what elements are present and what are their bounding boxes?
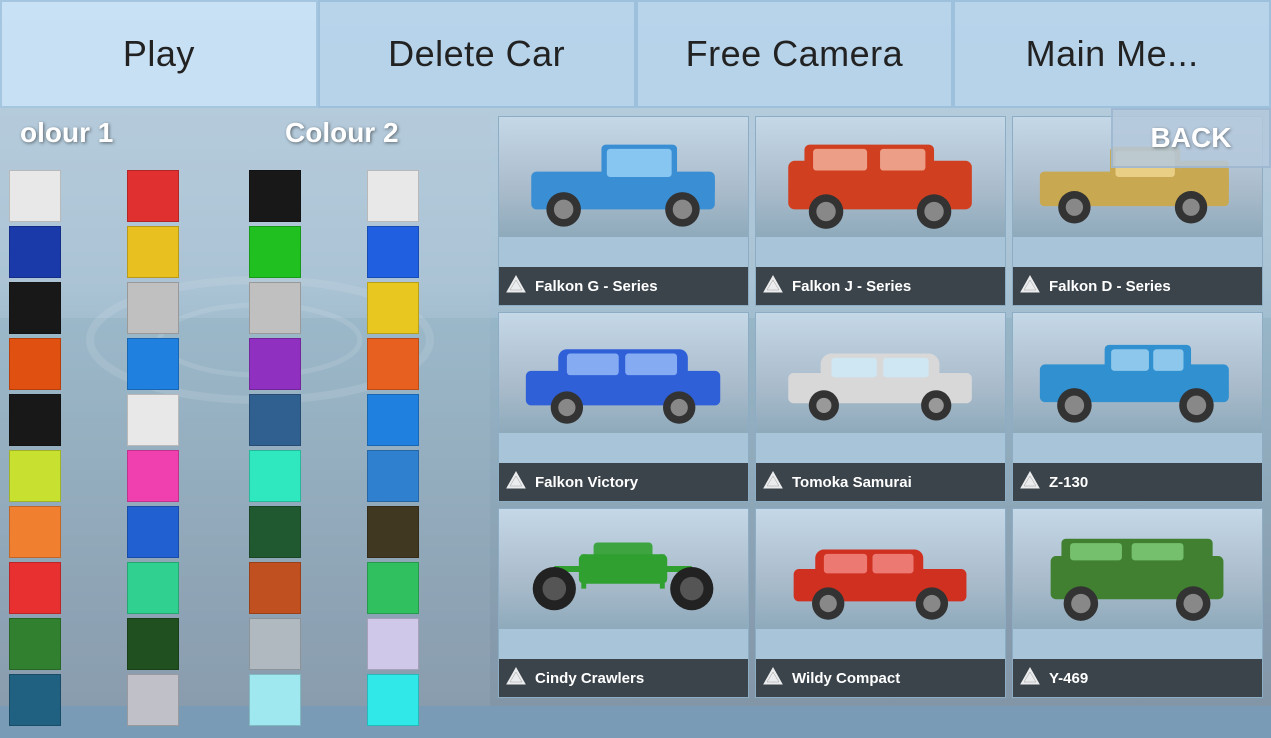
colour-swatch[interactable] bbox=[367, 394, 419, 446]
car-card[interactable]: Tomoka Samurai bbox=[755, 312, 1006, 502]
car-image bbox=[756, 313, 1005, 433]
play-button[interactable]: Play bbox=[0, 0, 318, 108]
car-brand-icon bbox=[1019, 470, 1041, 492]
main-menu-button[interactable]: Main Me... bbox=[953, 0, 1271, 108]
colour-swatch[interactable] bbox=[367, 226, 419, 278]
colour-swatch[interactable] bbox=[249, 170, 301, 222]
colour-grid-1 bbox=[5, 166, 245, 730]
car-card[interactable]: Cindy Crawlers bbox=[498, 508, 749, 698]
colour-swatch[interactable] bbox=[127, 226, 179, 278]
colour-swatch[interactable] bbox=[127, 618, 179, 670]
car-brand-icon bbox=[505, 274, 527, 296]
colour-swatch[interactable] bbox=[9, 394, 61, 446]
car-brand-icon bbox=[505, 666, 527, 688]
car-grid: Falkon G - Series Falkon J - Series Falk… bbox=[490, 108, 1271, 706]
car-label: Cindy Crawlers bbox=[499, 659, 748, 697]
colour-grids bbox=[0, 158, 490, 738]
car-label: Wildy Compact bbox=[756, 659, 1005, 697]
colour-swatch[interactable] bbox=[9, 618, 61, 670]
car-label: Tomoka Samurai bbox=[756, 463, 1005, 501]
colour-swatch[interactable] bbox=[367, 450, 419, 502]
colour-swatch[interactable] bbox=[127, 282, 179, 334]
colour-swatch[interactable] bbox=[9, 450, 61, 502]
car-brand-icon bbox=[505, 470, 527, 492]
car-image bbox=[756, 509, 1005, 629]
colour-swatch[interactable] bbox=[9, 170, 61, 222]
car-image bbox=[1013, 313, 1262, 433]
colour-swatch[interactable] bbox=[9, 226, 61, 278]
car-brand-icon bbox=[762, 470, 784, 492]
colour-swatch[interactable] bbox=[9, 674, 61, 726]
colour-swatch[interactable] bbox=[249, 506, 301, 558]
car-brand-icon bbox=[1019, 274, 1041, 296]
colour-swatch[interactable] bbox=[127, 338, 179, 390]
colour1-header: olour 1 bbox=[0, 108, 225, 158]
car-card[interactable]: Falkon G - Series bbox=[498, 116, 749, 306]
car-label: Z-130 bbox=[1013, 463, 1262, 501]
colour2-header: Colour 2 bbox=[225, 108, 490, 158]
free-camera-button[interactable]: Free Camera bbox=[636, 0, 954, 108]
car-card[interactable]: Z-130 bbox=[1012, 312, 1263, 502]
car-label: Falkon G - Series bbox=[499, 267, 748, 305]
colour-swatch[interactable] bbox=[127, 450, 179, 502]
car-brand-icon bbox=[762, 666, 784, 688]
car-image bbox=[499, 117, 748, 237]
colour-swatch[interactable] bbox=[367, 170, 419, 222]
colour-swatch[interactable] bbox=[367, 618, 419, 670]
car-card[interactable]: Y-469 bbox=[1012, 508, 1263, 698]
colour-swatch[interactable] bbox=[367, 562, 419, 614]
toolbar: Play Delete Car Free Camera Main Me... bbox=[0, 0, 1271, 108]
colour-swatch[interactable] bbox=[249, 450, 301, 502]
car-image bbox=[499, 313, 748, 433]
colour-swatch[interactable] bbox=[249, 338, 301, 390]
car-image bbox=[1013, 509, 1262, 629]
colour-swatch[interactable] bbox=[249, 226, 301, 278]
colour-swatch[interactable] bbox=[9, 562, 61, 614]
car-brand-icon bbox=[1019, 666, 1041, 688]
colour-swatch[interactable] bbox=[127, 562, 179, 614]
delete-car-button[interactable]: Delete Car bbox=[318, 0, 636, 108]
colour-swatch[interactable] bbox=[367, 282, 419, 334]
colour-headers: olour 1 Colour 2 bbox=[0, 108, 490, 158]
colour-swatch[interactable] bbox=[249, 562, 301, 614]
colour-swatch[interactable] bbox=[367, 506, 419, 558]
car-brand-icon bbox=[762, 274, 784, 296]
car-card[interactable]: Falkon Victory bbox=[498, 312, 749, 502]
colour-grid-2 bbox=[245, 166, 485, 730]
colour-swatch[interactable] bbox=[9, 338, 61, 390]
car-label: Falkon J - Series bbox=[756, 267, 1005, 305]
colour-panel: olour 1 Colour 2 bbox=[0, 108, 490, 706]
colour-swatch[interactable] bbox=[249, 394, 301, 446]
colour-swatch[interactable] bbox=[127, 506, 179, 558]
colour-swatch[interactable] bbox=[127, 394, 179, 446]
car-card[interactable]: Falkon J - Series bbox=[755, 116, 1006, 306]
colour-swatch[interactable] bbox=[9, 282, 61, 334]
colour-swatch[interactable] bbox=[249, 618, 301, 670]
colour-swatch[interactable] bbox=[127, 674, 179, 726]
car-label: Y-469 bbox=[1013, 659, 1262, 697]
colour-swatch[interactable] bbox=[249, 282, 301, 334]
colour-swatch[interactable] bbox=[249, 674, 301, 726]
back-button[interactable]: BACK bbox=[1111, 108, 1271, 168]
car-label: Falkon D - Series bbox=[1013, 267, 1262, 305]
colour-swatch[interactable] bbox=[9, 506, 61, 558]
colour-swatch[interactable] bbox=[127, 170, 179, 222]
car-label: Falkon Victory bbox=[499, 463, 748, 501]
car-image bbox=[499, 509, 748, 629]
colour-swatch[interactable] bbox=[367, 338, 419, 390]
car-card[interactable]: Wildy Compact bbox=[755, 508, 1006, 698]
colour-swatch[interactable] bbox=[367, 674, 419, 726]
car-image bbox=[756, 117, 1005, 237]
